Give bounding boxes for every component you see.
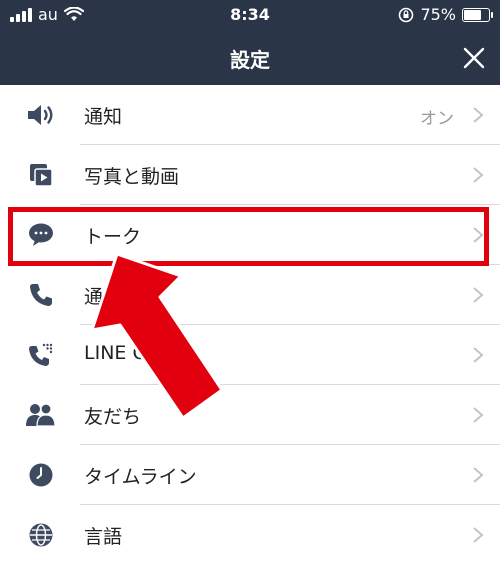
chevron-right-icon bbox=[473, 287, 484, 303]
settings-item-line-out[interactable]: LINE Out bbox=[0, 325, 500, 385]
settings-item-label: 写真と動画 bbox=[84, 166, 180, 188]
photo-video-icon bbox=[24, 160, 58, 190]
battery-percent: 75% bbox=[420, 5, 456, 24]
settings-item-calls[interactable]: 通話 bbox=[0, 265, 500, 325]
globe-icon bbox=[24, 520, 58, 550]
speaker-icon bbox=[24, 100, 58, 130]
battery-icon bbox=[462, 7, 493, 22]
settings-list: 通知 オン 写真と動画 トーク 通話 LINE Out 友だち タイムライン 言… bbox=[0, 85, 500, 565]
chevron-right-icon bbox=[473, 407, 484, 423]
settings-item-label: 通話 bbox=[84, 286, 123, 308]
chevron-right-icon bbox=[473, 107, 484, 123]
chevron-right-icon bbox=[473, 527, 484, 543]
status-right: 75% bbox=[398, 5, 493, 24]
close-icon[interactable] bbox=[458, 42, 490, 74]
phone-icon bbox=[24, 280, 58, 310]
settings-item-label: 通知 bbox=[84, 106, 123, 128]
friends-icon bbox=[24, 400, 58, 430]
settings-item-label: 言語 bbox=[84, 526, 123, 548]
settings-item-friends[interactable]: 友だち bbox=[0, 385, 500, 445]
header: 設定 bbox=[0, 30, 500, 85]
settings-item-timeline[interactable]: タイムライン bbox=[0, 445, 500, 505]
chevron-right-icon bbox=[473, 167, 484, 183]
line-out-icon bbox=[24, 340, 58, 370]
status-bar: au 8:34 75% bbox=[0, 0, 500, 30]
settings-item-language[interactable]: 言語 bbox=[0, 505, 500, 565]
settings-item-label: トーク bbox=[84, 226, 142, 248]
orientation-lock-icon bbox=[399, 7, 414, 22]
settings-item-notifications[interactable]: 通知 オン bbox=[0, 85, 500, 145]
settings-item-photos-videos[interactable]: 写真と動画 bbox=[0, 145, 500, 205]
settings-item-label: 友だち bbox=[84, 406, 142, 428]
chevron-right-icon bbox=[473, 467, 484, 483]
settings-item-chats[interactable]: トーク bbox=[0, 205, 500, 265]
chevron-right-icon bbox=[473, 227, 484, 243]
page-title: 設定 bbox=[230, 48, 270, 72]
settings-item-label: LINE Out bbox=[84, 342, 167, 364]
clock-icon bbox=[24, 460, 58, 490]
settings-item-label: タイムライン bbox=[84, 466, 197, 488]
chevron-right-icon bbox=[473, 347, 484, 363]
chat-bubble-icon bbox=[24, 220, 58, 250]
settings-item-value: オン bbox=[420, 109, 454, 129]
